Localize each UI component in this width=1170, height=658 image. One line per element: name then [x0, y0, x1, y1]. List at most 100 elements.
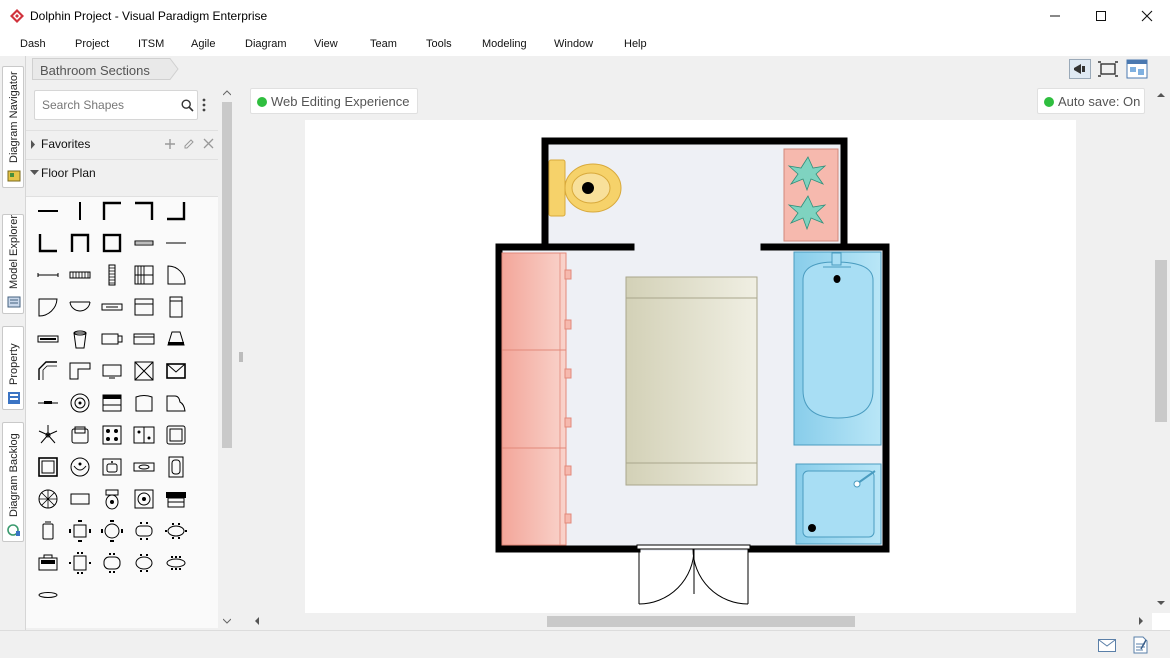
add-icon[interactable]: [164, 138, 176, 150]
shape-staircase[interactable]: [132, 263, 156, 287]
menu-window[interactable]: Window: [554, 38, 593, 50]
menu-tools[interactable]: Tools: [426, 38, 452, 50]
shape-stairs-h[interactable]: [68, 263, 92, 287]
shape-sofa-chair[interactable]: [68, 423, 92, 447]
shape-stairs-v[interactable]: [100, 263, 124, 287]
shape-shower[interactable]: [36, 455, 60, 479]
scroll-up-icon[interactable]: [223, 90, 231, 96]
shape-chair[interactable]: [36, 519, 60, 543]
shape-oven[interactable]: [132, 423, 156, 447]
shape-envelope[interactable]: [164, 359, 188, 383]
scroll-down-icon[interactable]: [223, 618, 231, 624]
tab-diagram-backlog[interactable]: Diagram Backlog: [2, 422, 24, 542]
shape-conference-table[interactable]: [164, 551, 188, 575]
shape-wardrobe[interactable]: [164, 295, 188, 319]
shower-tray[interactable]: [795, 463, 882, 545]
close-button[interactable]: [1124, 0, 1170, 32]
shape-box[interactable]: [132, 359, 156, 383]
autosave-status[interactable]: Auto save: On: [1037, 88, 1145, 114]
shape-wall[interactable]: [36, 199, 60, 223]
scroll-right-icon[interactable]: [1138, 617, 1144, 625]
shape-window[interactable]: [132, 231, 156, 255]
menu-project[interactable]: Project: [75, 38, 109, 50]
shape-thin-wall[interactable]: [164, 231, 188, 255]
section-favorites[interactable]: Favorites: [26, 130, 218, 156]
menu-agile[interactable]: Agile: [191, 38, 215, 50]
shape-panel-scrollbar[interactable]: [220, 84, 234, 630]
shape-round-sink[interactable]: [68, 455, 92, 479]
search-icon[interactable]: [181, 99, 194, 112]
shape-armchair[interactable]: [132, 391, 156, 415]
menu-modeling[interactable]: Modeling: [482, 38, 527, 50]
shape-oval-table-4[interactable]: [132, 551, 156, 575]
shape-room-u[interactable]: [68, 231, 92, 255]
shape-oval-table-6[interactable]: [164, 519, 188, 543]
shape-opening[interactable]: [36, 263, 60, 287]
cabinet[interactable]: [501, 252, 572, 546]
announcement-icon[interactable]: [1069, 59, 1091, 79]
shape-counter[interactable]: [132, 327, 156, 351]
scroll-up-icon[interactable]: [1157, 92, 1165, 98]
shape-panel-scroll-thumb[interactable]: [222, 102, 232, 448]
shape-door[interactable]: [36, 295, 60, 319]
shape-rectangle-table[interactable]: [68, 487, 92, 511]
double-door[interactable]: [636, 544, 751, 605]
shape-sliding-door[interactable]: [100, 295, 124, 319]
shape-bathtub-small[interactable]: [164, 455, 188, 479]
more-options-icon[interactable]: [202, 98, 206, 112]
shape-table-4-chairs[interactable]: [68, 519, 92, 543]
shape-tv[interactable]: [100, 359, 124, 383]
shape-faucet[interactable]: [36, 391, 60, 415]
shape-printer[interactable]: [164, 487, 188, 511]
shape-corner-bottom-left[interactable]: [36, 231, 60, 255]
shape-corner-top-left[interactable]: [100, 199, 124, 223]
menu-diagram[interactable]: Diagram: [245, 38, 287, 50]
menu-itsm[interactable]: ITSM: [138, 38, 164, 50]
shape-ceiling-fan[interactable]: [68, 391, 92, 415]
shape-l-wall[interactable]: [36, 359, 60, 383]
shape-plant[interactable]: [36, 423, 60, 447]
shape-oval-table[interactable]: [132, 519, 156, 543]
shape-piano[interactable]: [164, 391, 188, 415]
shape-desk-phone[interactable]: [36, 551, 60, 575]
canvas-vertical-scroll-thumb[interactable]: [1155, 260, 1167, 422]
fit-diagram-icon[interactable]: [1097, 59, 1119, 79]
shape-stove[interactable]: [164, 327, 188, 351]
shape-oval-rug[interactable]: [36, 583, 60, 607]
shape-square-table-6[interactable]: [68, 551, 92, 575]
menu-team[interactable]: Team: [370, 38, 397, 50]
section-floor-plan[interactable]: Floor Plan: [26, 159, 218, 185]
shape-vanity[interactable]: [132, 455, 156, 479]
shape-corner-top-right[interactable]: [132, 199, 156, 223]
shape-cooktop[interactable]: [100, 423, 124, 447]
scroll-left-icon[interactable]: [254, 617, 260, 625]
shape-fridge[interactable]: [164, 423, 188, 447]
shape-toilet[interactable]: [100, 487, 124, 511]
shape-room[interactable]: [100, 231, 124, 255]
planter[interactable]: [783, 148, 839, 242]
menu-dash[interactable]: Dash: [20, 38, 46, 50]
diagram-canvas[interactable]: Web Editing Experience Auto save: On: [248, 84, 1152, 613]
shape-door-swing[interactable]: [164, 263, 188, 287]
canvas-vertical-scrollbar[interactable]: [1152, 84, 1170, 613]
document-icon[interactable]: [1133, 636, 1148, 654]
canvas-horizontal-scroll-thumb[interactable]: [547, 616, 855, 627]
web-editing-status[interactable]: Web Editing Experience: [250, 88, 418, 114]
shape-bookshelf[interactable]: [100, 391, 124, 415]
maximize-button[interactable]: [1078, 0, 1124, 32]
shape-l-desk[interactable]: [68, 359, 92, 383]
bathroom-mat[interactable]: [625, 276, 758, 486]
shape-radiator[interactable]: [36, 327, 60, 351]
shape-washing-machine[interactable]: [132, 487, 156, 511]
shape-double-door[interactable]: [68, 295, 92, 319]
bathtub[interactable]: [793, 251, 882, 446]
scroll-down-icon[interactable]: [1157, 600, 1165, 606]
panel-splitter[interactable]: [234, 84, 248, 630]
menu-help[interactable]: Help: [624, 38, 647, 50]
shape-corner-bottom-right[interactable]: [164, 199, 188, 223]
diagram-overview-icon[interactable]: [1126, 59, 1148, 79]
shape-trash-bin[interactable]: [68, 327, 92, 351]
menu-view[interactable]: View: [314, 38, 338, 50]
edit-icon[interactable]: [183, 138, 195, 150]
minimize-button[interactable]: [1032, 0, 1078, 32]
